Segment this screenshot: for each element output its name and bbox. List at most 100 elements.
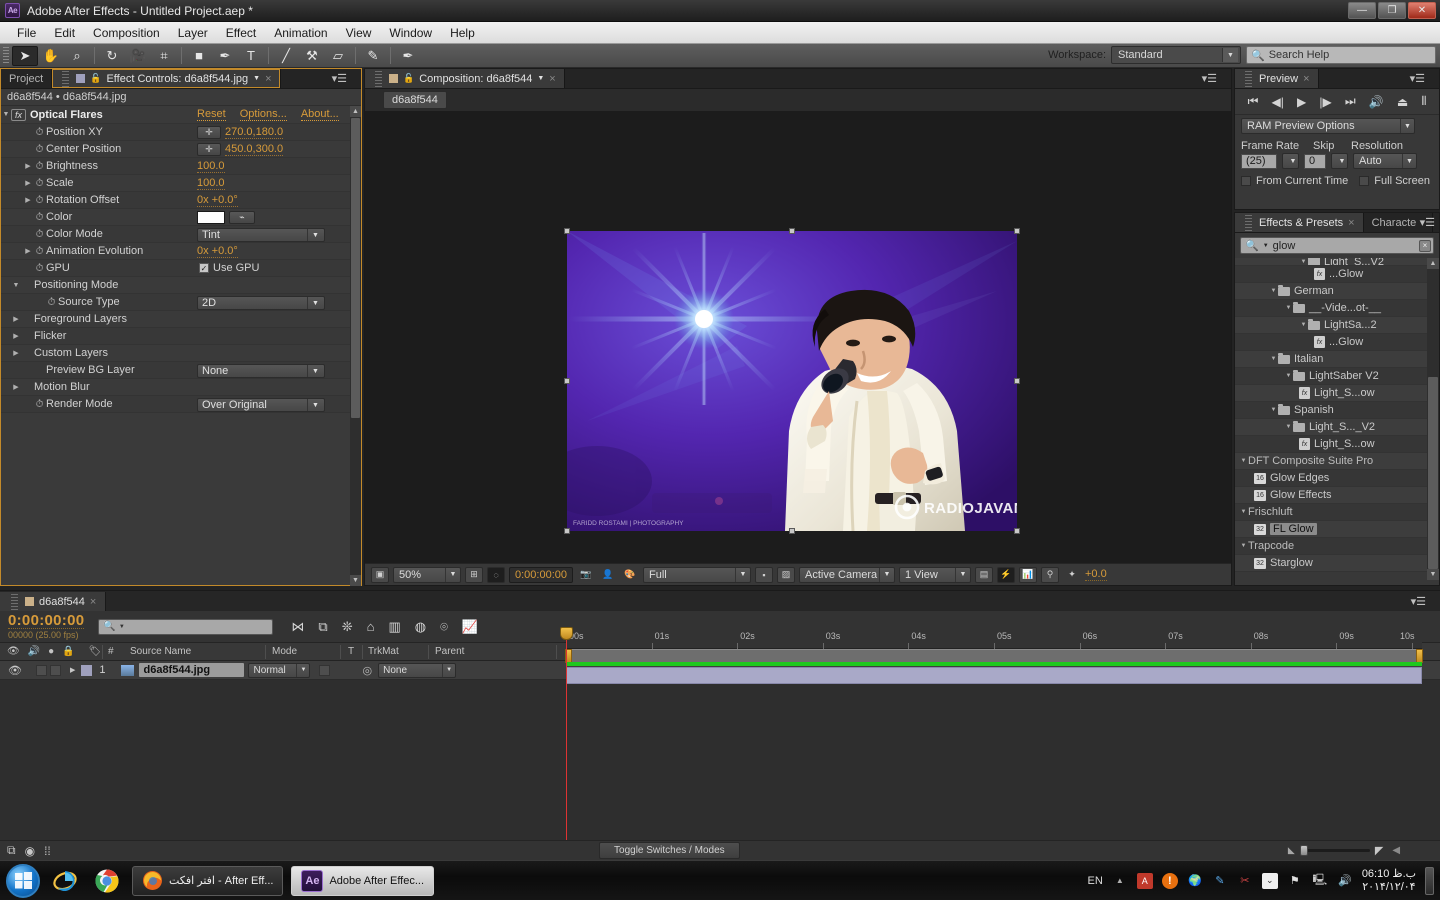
audio-icon[interactable]: 🔊 [28,646,40,657]
timeline-button-icon[interactable]: 📊 [1019,566,1037,583]
panel-menu-icon[interactable]: ▾☰ [1410,72,1425,85]
twirl-icon[interactable]: ▼ [1284,305,1293,311]
property-value[interactable]: 100.0 [197,160,225,173]
selection-handle-1[interactable] [789,228,795,234]
list-item[interactable]: fx Light_S...ow [1235,436,1439,453]
list-item[interactable]: 16 Glow Effects [1235,487,1439,504]
selection-handle-5[interactable] [564,528,570,534]
work-area-end-handle[interactable] [1416,649,1423,663]
property-row[interactable]: ▶ Flicker [1,328,361,345]
twirl-icon[interactable]: ▼ [1239,509,1248,515]
panel-menu-icon[interactable]: ▾☰ [1420,216,1435,229]
property-twirl-icon[interactable]: ▶ [23,247,33,255]
stopwatch-icon[interactable]: ⏱ [33,178,46,189]
layer-preserve-transparency[interactable] [319,664,331,676]
draft-3d-icon[interactable]: ⧉ [318,619,327,635]
workspace-select[interactable]: Standard ▼ [1111,46,1241,64]
property-dropdown[interactable]: 2D ▼ [197,296,325,310]
next-frame-icon[interactable]: |▶ [1319,95,1331,109]
layer-twirl-icon[interactable]: ▶ [70,666,75,674]
effect-header-row[interactable]: ▼ fx Optical Flares Reset Options... About... [1,106,361,124]
shape-tool[interactable]: ■ [186,46,212,66]
zoom-in-icon[interactable]: ◤ [1375,844,1383,857]
tab-composition[interactable]: 🔓 Composition: d6a8f544 ▼ × [365,69,565,88]
panel-menu-icon[interactable]: ▾☰ [332,72,347,85]
stopwatch-icon[interactable]: ⏱ [33,161,46,172]
menu-layer[interactable]: Layer [169,24,217,42]
exposure-reset-icon[interactable]: ✦ [1063,567,1081,583]
clone-stamp-tool[interactable]: ⚒ [299,46,325,66]
list-item[interactable]: ▼ German [1235,283,1439,300]
pixel-aspect-correction-icon[interactable]: ▤ [975,566,993,583]
property-checkbox[interactable]: ✓ [199,263,209,273]
title-action-safe-icon[interactable]: ⊞ [465,566,483,583]
rotation-tool[interactable]: ↻ [99,46,125,66]
menu-window[interactable]: Window [380,24,441,42]
link-reset[interactable]: Reset [197,108,226,121]
menu-view[interactable]: View [337,24,381,42]
timeline-time-display[interactable]: 0:00:00:00 00000 (25.00 fps) [8,613,85,640]
monitor-icon[interactable]: 🖳 [1312,873,1328,889]
puppet-pin-tool[interactable]: ✒ [395,46,421,66]
stopwatch-icon[interactable]: ⏱ [33,212,46,223]
close-icon[interactable]: × [549,73,555,85]
effect-controls-scrollbar[interactable]: ▲ ▼ [350,106,361,586]
clear-search-icon[interactable]: × [1419,239,1431,252]
close-icon[interactable]: × [90,596,96,608]
effects-list[interactable]: ▼ Light_S...V2 fx ...Glow ▼ German ▼ __-Vide...… [1235,258,1439,580]
volume-icon[interactable]: 🔊 [1337,873,1353,889]
first-frame-icon[interactable]: ⏮ [1248,94,1259,109]
taskbar-button-after-effects[interactable]: Ae Adobe After Effec... [291,865,435,896]
transparency-grid-icon[interactable]: ▨ [777,566,795,583]
property-twirl-icon[interactable]: ▼ [11,282,21,289]
exposure-value[interactable]: +0.0 [1085,568,1107,581]
list-item[interactable]: ▼ __-Vide...ot-__ [1235,300,1439,317]
show-snapshot-icon[interactable]: 👤 [599,567,617,583]
start-button[interactable] [6,863,40,898]
toggle-mask-paths-icon[interactable]: ◌ [487,566,505,583]
scroll-down-icon[interactable]: ▼ [1427,569,1439,580]
chevron-up-icon[interactable]: ▲ [1112,873,1128,889]
stopwatch-icon[interactable]: ⏱ [33,263,46,274]
property-value[interactable]: 0x +0.0° [197,245,238,258]
property-dropdown[interactable]: Over Original ▼ [197,398,325,412]
full-screen-checkbox[interactable] [1359,176,1370,186]
solo-icon[interactable]: ● [48,646,54,657]
timeline-timecode[interactable]: 0:00:00:00 [8,613,85,629]
frame-rate-dropdown[interactable]: ▼ [1282,153,1299,169]
effects-list-scrollbar[interactable]: ▲ ▼ [1427,258,1439,580]
camera-select[interactable]: Active Camera ▼ [799,566,895,583]
property-dropdown[interactable]: Tint ▼ [197,228,325,242]
search-help-input[interactable]: 🔍 Search Help [1246,46,1436,64]
scroll-down-icon[interactable]: ▼ [350,575,361,586]
twirl-icon[interactable]: ▼ [1269,288,1278,294]
comp-flowchart-icon[interactable]: ⚲ [1041,566,1059,583]
eraser-tool[interactable]: ▱ [325,46,351,66]
adobe-reader-icon[interactable]: A [1136,872,1153,889]
resolution-select[interactable]: Full ▼ [643,566,751,583]
always-preview-icon[interactable]: ▣ [371,566,389,583]
loop-icon[interactable]: ⫴ [1421,94,1426,109]
region-of-interest-icon[interactable]: ▪ [755,566,773,583]
menu-file[interactable]: File [8,24,45,42]
selection-handle-0[interactable] [564,228,570,234]
roto-brush-tool[interactable]: ✎ [360,46,386,66]
timeline-zoom-slider[interactable]: ◣ ◤ [1288,844,1383,857]
link-options[interactable]: Options... [239,108,287,121]
show-desktop-button[interactable] [1425,866,1434,895]
menu-help[interactable]: Help [441,24,484,42]
property-dropdown[interactable]: None ▼ [197,364,325,378]
list-item[interactable]: fx ...Glow [1235,266,1439,283]
camera-tool[interactable]: 🎥 [125,46,151,66]
restore-button[interactable]: ❐ [1378,2,1406,19]
chevron-down-icon[interactable]: ▼ [253,75,260,82]
composition-viewer[interactable]: RADIOJAVAN FARIDD ROSTAMI | PHOTOGRAPHY [365,111,1231,563]
live-update-icon[interactable]: ⋈ [291,619,304,635]
skip-input[interactable]: 0 [1304,153,1326,169]
property-value[interactable]: 450.0,300.0 [225,143,284,156]
panel-menu-icon[interactable]: ▾☰ [1411,595,1426,608]
property-value[interactable]: 100.0 [197,177,225,190]
column-header-[interactable]: # [108,646,114,657]
tab-preview[interactable]: Preview × [1235,69,1319,88]
scroll-up-icon[interactable]: ▲ [1427,258,1439,269]
